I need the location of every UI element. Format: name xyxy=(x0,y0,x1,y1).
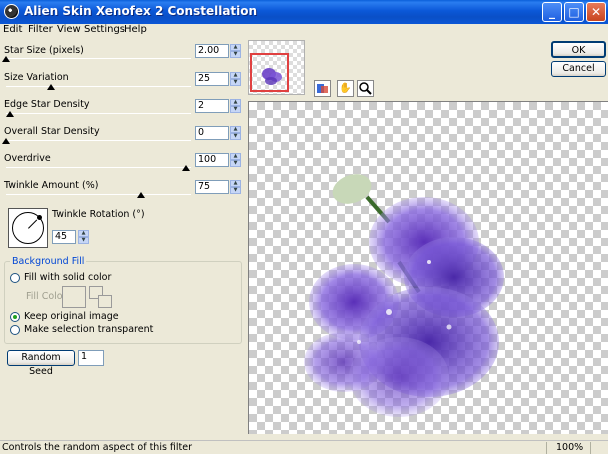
thumbnail-selection-rect[interactable] xyxy=(250,53,289,92)
menu-bar: Edit Filter View Settings Help xyxy=(0,24,608,38)
edge-star-density-slider-thumb[interactable] xyxy=(5,111,14,117)
close-button[interactable]: ✕ xyxy=(586,2,606,22)
ok-button[interactable]: OK xyxy=(551,41,606,58)
status-help-text: Controls the random aspect of this filte… xyxy=(2,442,193,453)
fill-solid-radio[interactable] xyxy=(10,273,20,283)
overdrive-input[interactable]: 100 xyxy=(195,153,229,167)
edge-star-density-label: Edge Star Density xyxy=(4,99,90,110)
edge-star-density-slider[interactable] xyxy=(6,113,191,114)
edge-star-density-spinner[interactable]: ▲ ▼ xyxy=(230,99,241,113)
keep-original-label: Keep original image xyxy=(24,311,119,322)
overdrive-slider[interactable] xyxy=(6,167,191,168)
overdrive-label: Overdrive xyxy=(4,153,51,164)
make-transparent-radio[interactable] xyxy=(10,325,20,335)
star-size-input[interactable]: 2.00 xyxy=(195,44,229,58)
twinkle-amount-slider[interactable] xyxy=(6,194,191,195)
zoom-icon[interactable] xyxy=(357,80,374,97)
status-separator xyxy=(546,442,547,454)
twinkle-amount-spinner[interactable]: ▲ ▼ xyxy=(230,180,241,194)
make-transparent-label: Make selection transparent xyxy=(24,324,154,335)
twinkle-amount-slider-thumb[interactable] xyxy=(137,192,145,198)
twinkle-rotation-label: Twinkle Rotation (°) xyxy=(52,209,145,220)
size-variation-slider-thumb[interactable] xyxy=(47,84,55,90)
status-bar: Controls the random aspect of this filte… xyxy=(0,440,608,454)
random-seed-button[interactable]: Random Seed xyxy=(7,350,75,377)
menu-filter[interactable]: Filter xyxy=(28,24,53,35)
menu-settings[interactable]: Settings xyxy=(84,24,125,35)
title-bar: Alien Skin Xenofex 2 Constellation _ □ ✕ xyxy=(0,0,608,24)
preview-image xyxy=(304,174,504,417)
cancel-button[interactable]: Cancel xyxy=(551,61,606,77)
keep-original-radio[interactable] xyxy=(10,312,20,322)
hand-icon[interactable]: ✋ xyxy=(337,80,354,97)
twinkle-rotation-input[interactable]: 45 xyxy=(52,230,76,244)
star-size-slider-thumb[interactable] xyxy=(2,56,10,62)
overall-star-density-slider[interactable] xyxy=(6,140,191,141)
app-icon xyxy=(4,4,19,19)
menu-edit[interactable]: Edit xyxy=(3,24,22,35)
star-size-label: Star Size (pixels) xyxy=(4,45,84,56)
overall-star-density-input[interactable]: 0 xyxy=(195,126,229,140)
preview-toggle-icon[interactable] xyxy=(314,80,331,97)
window-title: Alien Skin Xenofex 2 Constellation xyxy=(24,4,258,18)
twinkle-rotation-spinner[interactable]: ▲ ▼ xyxy=(78,230,89,244)
overall-star-density-label: Overall Star Density xyxy=(4,126,100,137)
fill-color-swatch-tertiary[interactable] xyxy=(98,295,112,308)
maximize-button[interactable]: □ xyxy=(564,2,584,22)
background-fill-title: Background Fill xyxy=(10,256,87,267)
twinkle-rotation-dial[interactable] xyxy=(8,208,48,248)
preview-canvas[interactable] xyxy=(248,101,608,434)
twinkle-amount-label: Twinkle Amount (%) xyxy=(4,180,99,191)
fill-color-label: Fill Color xyxy=(26,291,67,302)
menu-help[interactable]: Help xyxy=(124,24,147,35)
menu-view[interactable]: View xyxy=(57,24,81,35)
fill-color-swatch[interactable] xyxy=(62,286,86,308)
star-size-slider[interactable] xyxy=(6,58,191,59)
size-variation-spinner[interactable]: ▲ ▼ xyxy=(230,72,241,86)
star-size-spinner[interactable]: ▲ ▼ xyxy=(230,44,241,58)
status-separator-2 xyxy=(590,442,591,454)
minimize-button[interactable]: _ xyxy=(542,2,562,22)
overall-star-density-slider-thumb[interactable] xyxy=(2,138,10,144)
dial-handle[interactable] xyxy=(37,215,42,220)
overdrive-spinner[interactable]: ▲ ▼ xyxy=(230,153,241,167)
overall-star-density-spinner[interactable]: ▲ ▼ xyxy=(230,126,241,140)
twinkle-amount-input[interactable]: 75 xyxy=(195,180,229,194)
size-variation-input[interactable]: 25 xyxy=(195,72,229,86)
zoom-level: 100% xyxy=(556,442,584,453)
fill-solid-label: Fill with solid color xyxy=(24,272,112,283)
size-variation-slider[interactable] xyxy=(6,86,191,87)
edge-star-density-input[interactable]: 2 xyxy=(195,99,229,113)
overdrive-slider-thumb[interactable] xyxy=(182,165,190,171)
random-seed-input[interactable]: 1 xyxy=(78,350,104,366)
size-variation-label: Size Variation xyxy=(4,72,69,83)
